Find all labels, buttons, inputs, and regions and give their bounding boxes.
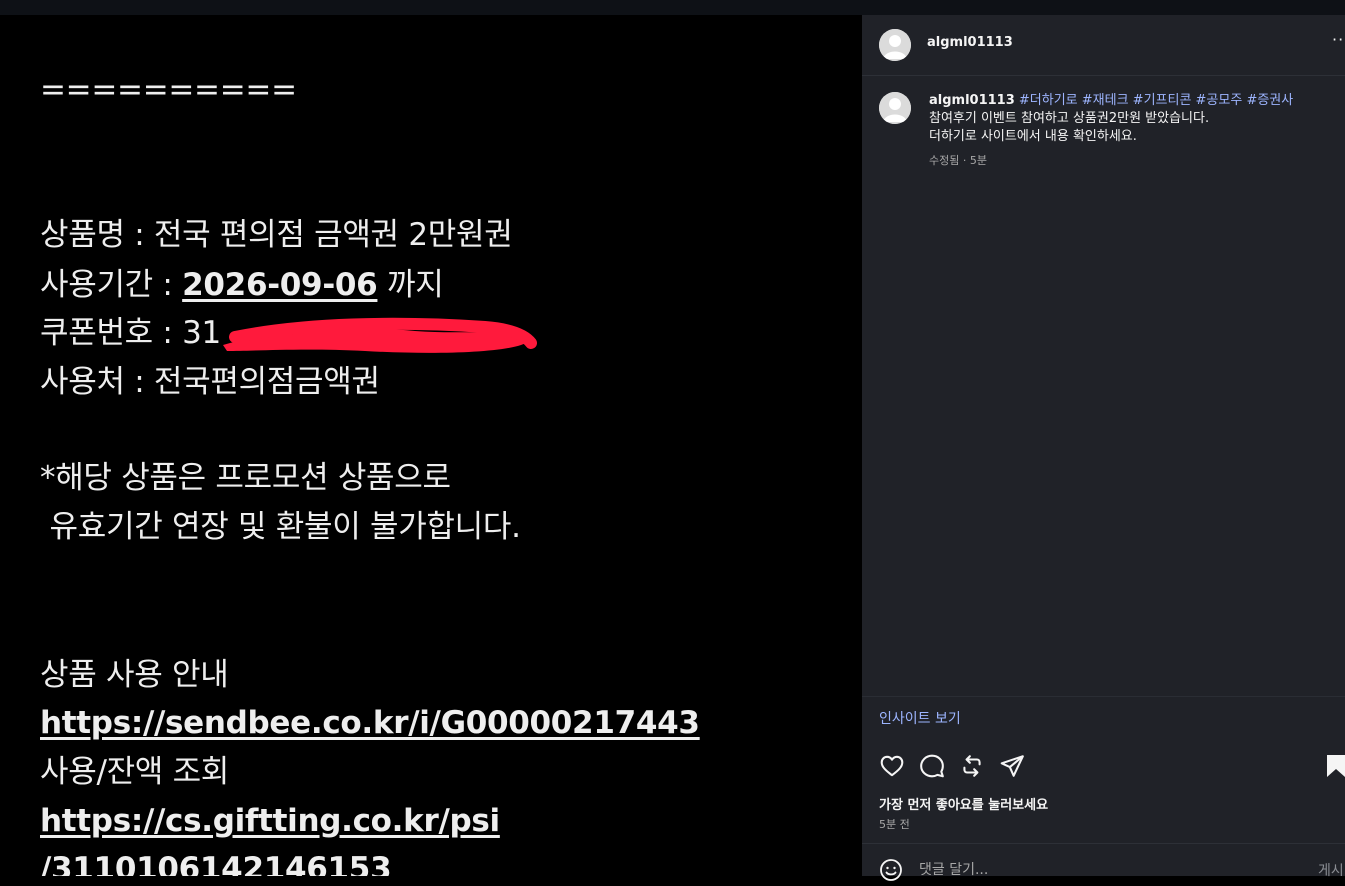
divider — [862, 696, 1345, 697]
image-coupon-line: 쿠폰번호 : 31 — [40, 315, 221, 351]
default-avatar-icon — [879, 29, 911, 61]
divider — [862, 843, 1345, 844]
image-period-date: 2026-09-06 — [182, 267, 378, 303]
image-balance-url-2: /3110106142146153 — [40, 851, 392, 876]
image-balance-title: 사용/잔액 조회 — [40, 754, 230, 790]
more-horizontal-icon[interactable]: ··· — [1332, 30, 1345, 49]
caption-avatar[interactable] — [879, 92, 911, 124]
view-insights-link[interactable]: 인사이트 보기 — [879, 708, 961, 728]
image-divider: ========== — [40, 72, 297, 108]
comment-icon[interactable] — [919, 753, 947, 781]
post-side-panel: algml01113 ··· algml01113 #더하기로 #재테크 #기프… — [862, 15, 1345, 881]
image-notice-1: *해당 상품은 프로모션 상품으로 — [40, 460, 451, 496]
image-guide-url: https://sendbee.co.kr/i/G00000217443 — [40, 705, 700, 741]
repost-icon[interactable] — [959, 753, 987, 781]
post-image: ========== 상품명 : 전국 편의점 금액권 2만원권 사용기간 : … — [0, 15, 862, 876]
caption-line-2: 더하기로 사이트에서 내용 확인하세요. — [929, 129, 1137, 144]
post-caption: algml01113 #더하기로 #재테크 #기프티콘 #공모주 #증권사 참여… — [929, 92, 1334, 168]
caption-username[interactable]: algml01113 — [929, 93, 1015, 108]
post-timestamp[interactable]: 5분 전 — [879, 816, 910, 832]
browser-top-strip — [0, 0, 1345, 15]
header-username[interactable]: algml01113 — [927, 35, 1013, 50]
post-comment-button[interactable]: 게시 — [1318, 860, 1344, 880]
avatar[interactable] — [879, 29, 911, 61]
caption-hashtags[interactable]: #더하기로 #재테크 #기프티콘 #공모주 #증권사 — [1019, 93, 1293, 108]
image-guide-title: 상품 사용 안내 — [40, 657, 229, 693]
post-header: algml01113 ··· — [862, 15, 1345, 76]
heart-icon[interactable] — [879, 753, 907, 781]
image-product-line: 상품명 : 전국 편의점 금액권 2만원권 — [40, 217, 513, 253]
image-period-line: 사용기간 : 2026-09-06 까지 — [40, 267, 444, 303]
default-avatar-icon — [879, 92, 911, 124]
caption-meta: 수정됨 · 5분 — [929, 154, 987, 167]
redaction-scribble — [223, 317, 537, 353]
likes-prompt: 가장 먼저 좋아요를 눌러보세요 — [879, 798, 1049, 813]
image-notice-2: 유효기간 연장 및 환불이 불가합니다. — [40, 509, 521, 545]
comment-input[interactable] — [919, 859, 1299, 881]
share-icon[interactable] — [999, 753, 1027, 781]
caption-line-1: 참여후기 이벤트 참여하고 상품권2만원 받았습니다. — [929, 111, 1210, 126]
bookmark-icon[interactable] — [1325, 753, 1345, 781]
image-place-line: 사용처 : 전국편의점금액권 — [40, 364, 380, 400]
image-balance-url-1: https://cs.giftting.co.kr/psi — [40, 803, 500, 839]
emoji-icon[interactable] — [879, 858, 903, 882]
